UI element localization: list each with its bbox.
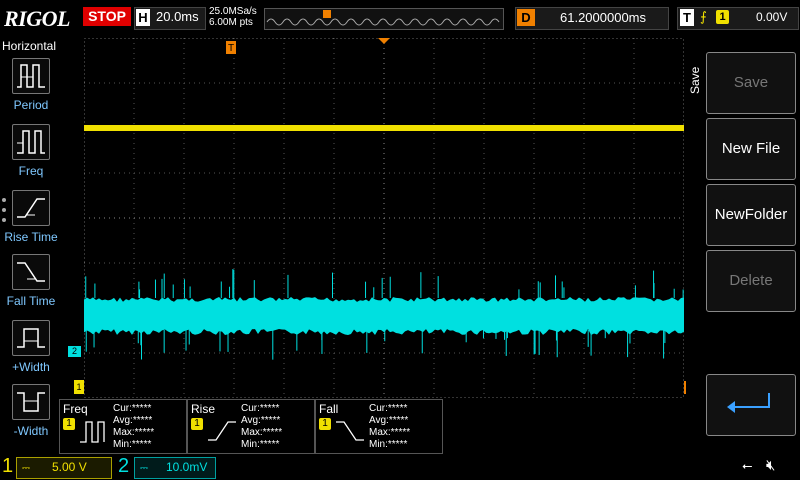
memory-trigger-marker xyxy=(323,10,331,18)
negative-width-icon xyxy=(17,392,45,412)
usb-icon: ⭠ xyxy=(742,458,753,473)
menu-page-dot xyxy=(2,208,6,212)
measurement-channel: 1 xyxy=(191,418,203,430)
rise-time-icon xyxy=(17,198,45,218)
channel-2-trace xyxy=(84,269,684,360)
channel-1-band xyxy=(84,125,684,131)
channel-2-number: 2 xyxy=(118,455,130,477)
save-button[interactable]: Save xyxy=(706,52,796,114)
memory-depth: 6.00M pts xyxy=(209,17,253,28)
freq-label: Freq xyxy=(18,164,44,178)
freq-button[interactable] xyxy=(12,124,50,160)
save-menu-title: Save xyxy=(688,66,702,94)
measurement-name: Fall xyxy=(319,402,339,416)
memory-overview-wave xyxy=(266,10,500,26)
trigger-position-marker: T xyxy=(226,41,236,54)
period-icon xyxy=(17,64,45,88)
channel-2-band xyxy=(84,297,684,335)
rising-edge-icon: ⨍ xyxy=(700,9,707,24)
delete-button[interactable]: Delete xyxy=(706,250,796,312)
measurement-fall[interactable]: Fall 1 Cur:***** Avg:***** Max:***** Min… xyxy=(315,399,443,454)
timebase-value: 20.0ms xyxy=(156,9,199,24)
measurement-channel: 1 xyxy=(63,418,75,430)
frequency-icon xyxy=(17,130,45,154)
back-button[interactable] xyxy=(706,374,796,436)
rise-time-label: Rise Time xyxy=(4,230,58,244)
waveform-display[interactable]: T xyxy=(84,38,684,398)
measurement-cur: Cur:***** xyxy=(369,403,408,414)
run-stop-status[interactable]: STOP xyxy=(83,7,131,26)
positive-width-icon xyxy=(17,328,45,348)
trigger-level: 0.00V xyxy=(756,10,788,24)
channel-2-scale: 10.0mV xyxy=(166,460,208,474)
measurement-max: Max:***** xyxy=(369,427,411,438)
menu-page-dot xyxy=(2,218,6,222)
positive-width-button[interactable] xyxy=(12,320,50,356)
trigger-label: T xyxy=(680,9,694,26)
measurement-rise[interactable]: Rise 1 Cur:***** Avg:***** Max:***** Min… xyxy=(187,399,315,454)
period-button[interactable] xyxy=(12,58,50,94)
graticule xyxy=(84,38,684,398)
measurement-avg: Avg:***** xyxy=(369,415,409,426)
delay-label: D xyxy=(517,9,535,26)
sample-rate: 25.0MSa/s xyxy=(209,6,257,17)
measurement-max: Max:***** xyxy=(113,427,155,438)
negative-width-label: -Width xyxy=(13,424,49,438)
fall-time-icon xyxy=(17,262,45,282)
horizontal-center-marker xyxy=(378,38,390,44)
measurement-cur: Cur:***** xyxy=(241,403,280,414)
delay-value: 61.2000000ms xyxy=(560,10,647,25)
rise-time-button[interactable] xyxy=(12,190,50,226)
trigger-source: 1 xyxy=(716,10,729,24)
measurement-max: Max:***** xyxy=(241,427,283,438)
return-arrow-icon xyxy=(727,393,770,413)
measure-menu-title: Horizontal xyxy=(2,39,57,53)
channel-1-number: 1 xyxy=(2,455,14,477)
dc-coupling-icon: ⎓ xyxy=(22,463,30,474)
timebase-label: H xyxy=(136,9,150,26)
menu-page-dot xyxy=(2,198,6,202)
fall-time-button[interactable] xyxy=(12,254,50,290)
measurement-name: Freq xyxy=(63,402,88,416)
measurement-avg: Avg:***** xyxy=(113,415,153,426)
channel-1-trace xyxy=(84,125,684,131)
fall-time-icon xyxy=(336,421,364,441)
dc-coupling-icon: ⎓ xyxy=(140,463,148,474)
channel-1-scale: 5.00 V xyxy=(52,460,87,474)
measurement-freq[interactable]: Freq 1 Cur:***** Avg:***** Max:***** Min… xyxy=(59,399,187,454)
memory-position-bar xyxy=(264,8,504,30)
channel-1-offset-marker[interactable]: 1 xyxy=(74,380,84,394)
period-label: Period xyxy=(13,98,49,112)
negative-width-button[interactable] xyxy=(12,384,50,420)
trigger-marker-label: T xyxy=(228,43,234,54)
measurement-min: Min:***** xyxy=(241,439,280,450)
speaker-muted-icon[interactable]: 🔇︎ xyxy=(766,457,775,474)
new-file-button[interactable]: New File xyxy=(706,118,796,180)
measurement-min: Min:***** xyxy=(369,439,408,450)
fall-time-label: Fall Time xyxy=(6,294,56,308)
brand-logo: RIGOL xyxy=(4,6,70,31)
new-folder-button[interactable]: NewFolder xyxy=(706,184,796,246)
measurement-avg: Avg:***** xyxy=(241,415,281,426)
positive-width-label: +Width xyxy=(12,360,50,374)
channel-2-offset-marker[interactable]: 2 xyxy=(68,346,81,357)
rise-time-icon xyxy=(208,421,236,441)
measurement-cur: Cur:***** xyxy=(113,403,152,414)
measurement-name: Rise xyxy=(191,402,216,416)
measurement-channel: 1 xyxy=(319,418,331,430)
measurement-min: Min:***** xyxy=(113,439,152,450)
frequency-icon xyxy=(80,421,105,443)
